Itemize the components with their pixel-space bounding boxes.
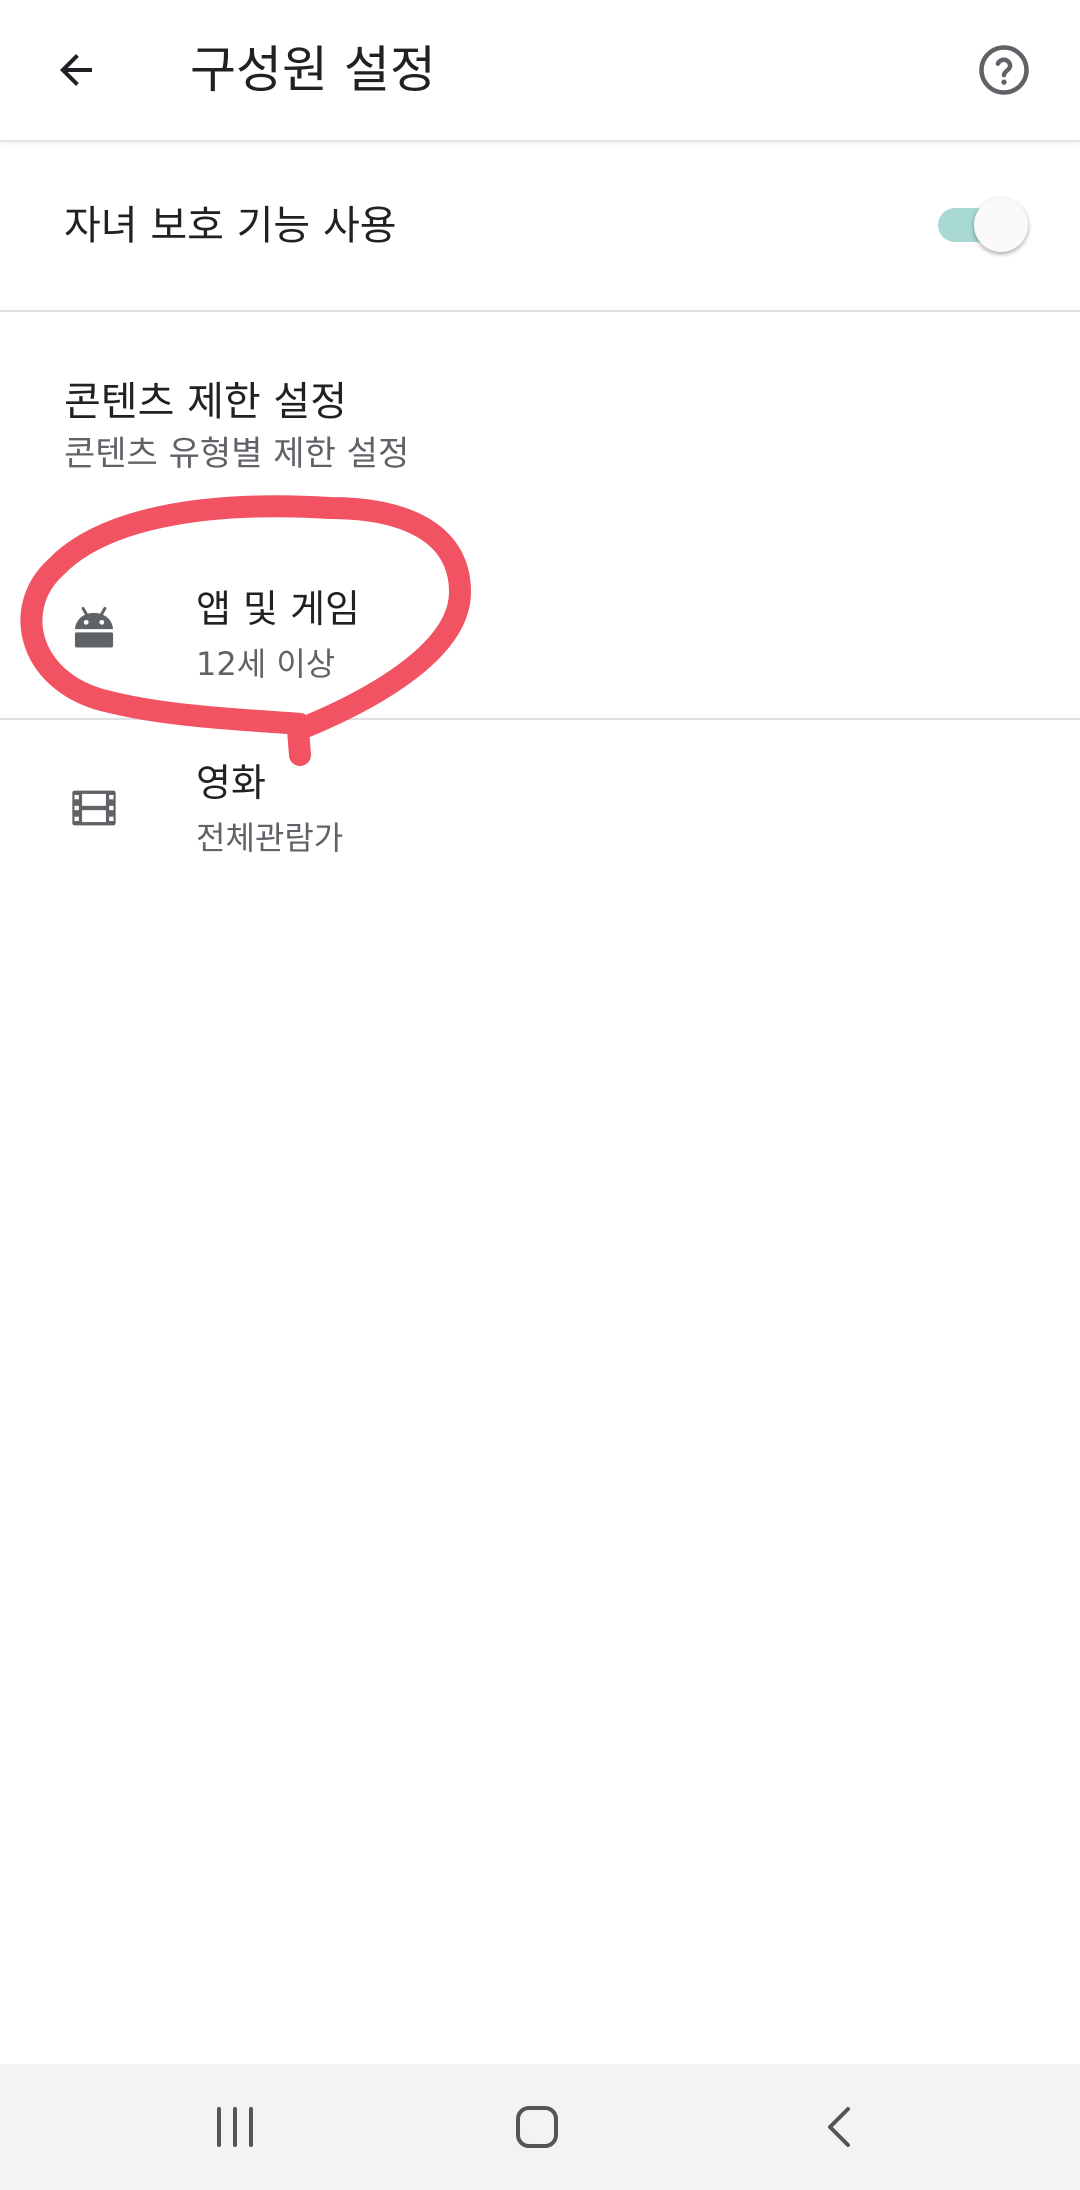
list-item-movies[interactable]: 영화 전체관람가 bbox=[0, 718, 1080, 896]
back-button[interactable] bbox=[30, 24, 122, 116]
help-circle-icon bbox=[979, 45, 1029, 95]
apps-games-title: 앱 및 게임 bbox=[196, 587, 360, 631]
page-title: 구성원 설정 bbox=[190, 41, 436, 99]
parental-controls-row[interactable]: 자녀 보호 기능 사용 bbox=[0, 142, 1080, 312]
apps-games-rating: 12세 이상 bbox=[196, 645, 336, 683]
system-nav-bar bbox=[0, 2064, 1080, 2190]
recents-icon bbox=[217, 2107, 253, 2147]
toggle-thumb bbox=[974, 198, 1028, 252]
home-icon bbox=[516, 2106, 558, 2148]
section-subtitle: 콘텐츠 유형별 제한 설정 bbox=[64, 434, 410, 474]
movies-title: 영화 bbox=[196, 761, 266, 805]
nav-back-button[interactable] bbox=[785, 2087, 895, 2167]
home-button[interactable] bbox=[482, 2087, 592, 2167]
screen: 구성원 설정 자녀 보호 기능 사용 콘텐츠 제한 설정 콘텐츠 유형별 제한 … bbox=[0, 0, 1080, 2190]
parental-controls-label: 자녀 보호 기능 사용 bbox=[64, 203, 397, 249]
section-title: 콘텐츠 제한 설정 bbox=[64, 379, 348, 425]
parental-controls-toggle[interactable] bbox=[938, 198, 1028, 252]
arrow-back-icon bbox=[60, 54, 92, 86]
help-button[interactable] bbox=[958, 24, 1050, 116]
android-icon bbox=[62, 596, 126, 660]
recents-button[interactable] bbox=[180, 2087, 290, 2167]
list-item-apps-games[interactable]: 앱 및 게임 12세 이상 bbox=[0, 540, 1080, 716]
movies-rating: 전체관람가 bbox=[196, 819, 344, 857]
film-icon bbox=[62, 776, 126, 840]
back-chevron-icon bbox=[828, 2107, 850, 2147]
app-bar: 구성원 설정 bbox=[0, 0, 1080, 142]
